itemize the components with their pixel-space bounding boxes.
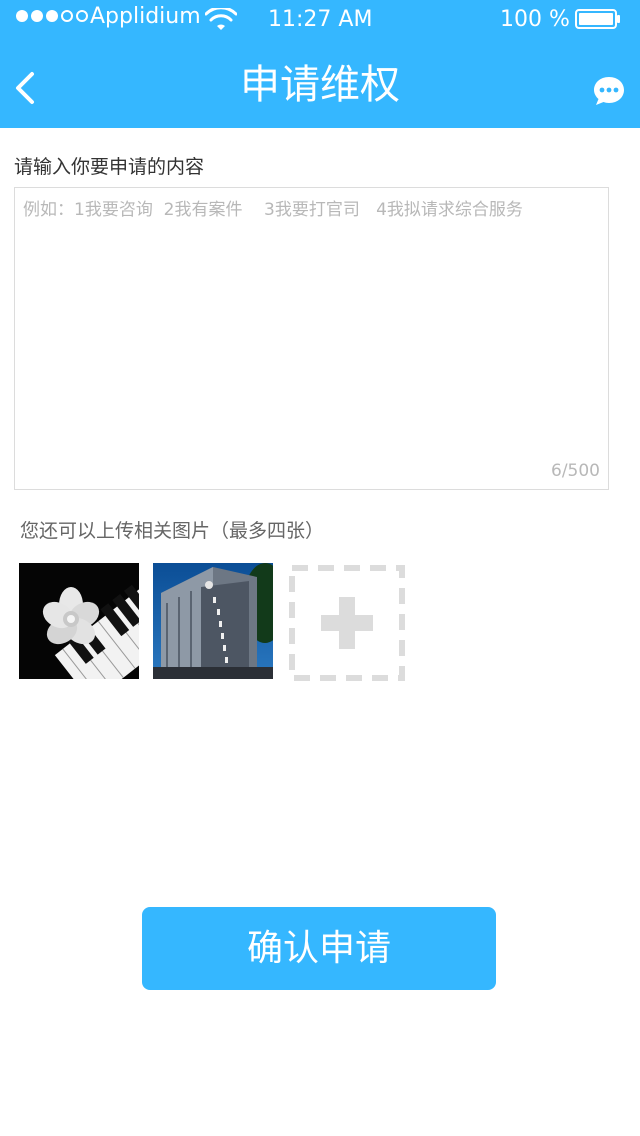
battery-percentage: 100 %	[500, 7, 570, 32]
add-photo-button[interactable]	[289, 565, 405, 681]
upload-label: 您还可以上传相关图片（最多四张）	[20, 520, 325, 542]
chat-bubble-icon[interactable]	[592, 74, 626, 108]
status-time: 11:27 AM	[268, 7, 373, 32]
content-placeholder: 例如：1我要咨询 2我有案件 3我要打官司 4我拟请求综合服务	[23, 200, 523, 220]
header: Applidium 11:27 AM 100 % 申请维权	[0, 0, 640, 128]
uploaded-photo-building[interactable]	[153, 563, 273, 679]
uploaded-photo-flower[interactable]	[19, 563, 139, 679]
battery-icon	[575, 9, 620, 29]
content-textarea[interactable]: 例如：1我要咨询 2我有案件 3我要打官司 4我拟请求综合服务 6/500	[14, 187, 609, 490]
content-label: 请输入你要申请的内容	[14, 156, 205, 178]
plus-icon	[321, 597, 373, 649]
signal-strength-icon	[16, 10, 88, 22]
confirm-apply-button[interactable]: 确认申请	[142, 907, 496, 990]
carrier-name: Applidium	[90, 4, 201, 29]
wifi-icon	[205, 8, 237, 30]
page-title: 申请维权	[240, 62, 400, 108]
nav-bar: 申请维权	[0, 40, 640, 128]
status-bar: Applidium 11:27 AM 100 %	[0, 0, 640, 40]
char-counter: 6/500	[551, 461, 600, 481]
